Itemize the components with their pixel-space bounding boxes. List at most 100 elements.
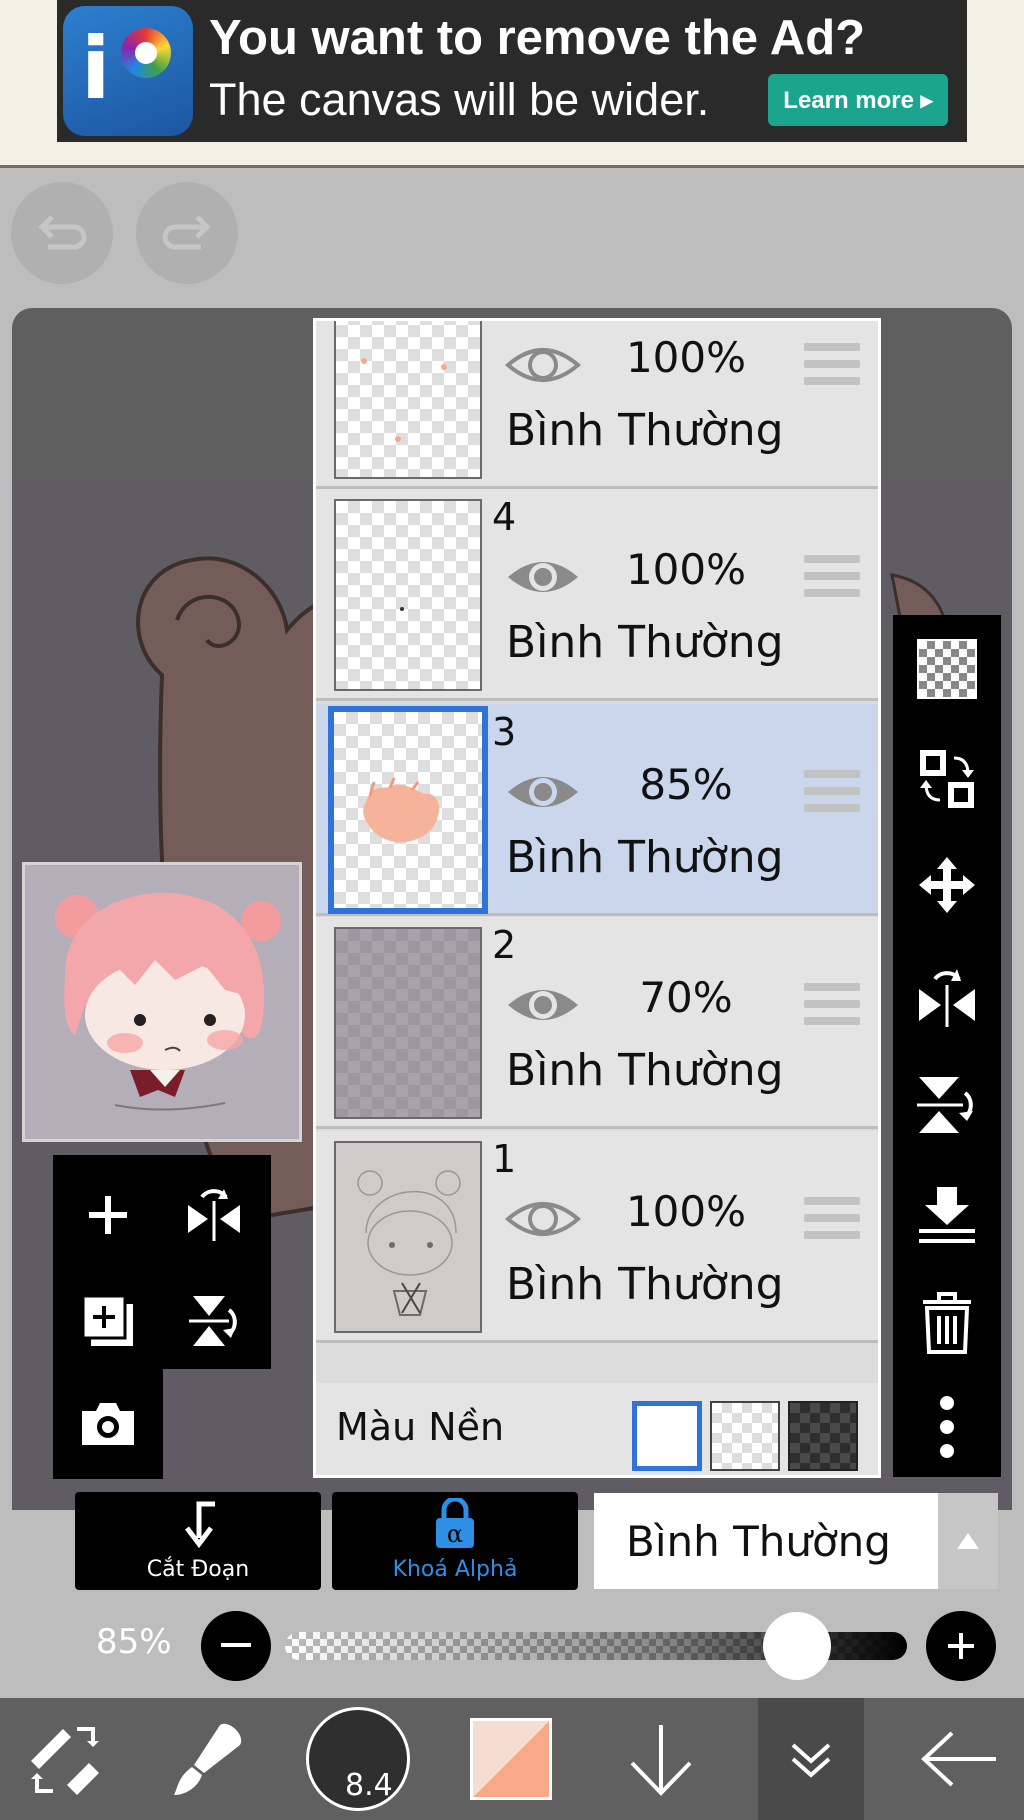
layer-thumbnail[interactable] <box>328 706 488 914</box>
right-layer-toolbar <box>893 615 1001 1477</box>
redo-button[interactable] <box>136 182 238 284</box>
layer-blend-mode[interactable]: Bình Thường <box>506 832 784 883</box>
layer-row[interactable]: 2 70% Bình Thường <box>316 917 878 1129</box>
background-color-row: Màu Nền <box>316 1383 878 1475</box>
brush-tool-button[interactable] <box>160 1698 260 1820</box>
flip-canvas-vertical-button[interactable] <box>893 1065 1001 1145</box>
move-icon <box>919 857 975 913</box>
layer-row[interactable]: 5 100% Bình Thường <box>316 321 878 489</box>
navigator-preview[interactable] <box>22 862 302 1142</box>
brush-icon <box>174 1723 242 1795</box>
drag-handle-icon[interactable] <box>804 770 860 814</box>
layer-thumbnail[interactable] <box>334 499 482 691</box>
undo-icon <box>38 215 87 250</box>
merge-down-icon <box>919 1187 975 1243</box>
ad-subtext: The canvas will be wider. <box>209 74 710 125</box>
layer-row-selected[interactable]: 3 85% Bình Thường <box>316 704 878 916</box>
layer-opacity[interactable]: 100% <box>616 1187 756 1236</box>
layer-number: 5 <box>492 321 516 327</box>
merge-down-button[interactable] <box>893 1175 1001 1255</box>
blend-mode-value: Bình Thường <box>626 1517 891 1566</box>
flip-horizontal-icon <box>188 1189 240 1241</box>
flip-horizontal-layer-button[interactable] <box>169 1175 259 1255</box>
delete-layer-button[interactable] <box>893 1283 1001 1363</box>
layer-opacity[interactable]: 70% <box>616 973 756 1022</box>
drag-handle-icon[interactable] <box>804 343 860 387</box>
flip-horizontal-icon <box>919 969 975 1027</box>
layer-panel: 5 100% Bình Thường 4 100% Bình Thường 3 … <box>313 318 881 1478</box>
layer-thumbnail-art <box>400 607 404 611</box>
ad-banner[interactable]: i You want to remove the Ad? The canvas … <box>57 0 967 142</box>
clipping-button[interactable]: Cắt Đoạn <box>75 1492 321 1590</box>
checker-icon <box>917 639 977 699</box>
eye-icon[interactable] <box>504 1189 582 1249</box>
brush-size-button[interactable]: 8.4 <box>303 1698 413 1820</box>
background-transparent-swatch[interactable] <box>710 1401 780 1471</box>
opacity-increase-button[interactable] <box>926 1611 996 1681</box>
layer-row[interactable]: 1 100% Bình Thường <box>316 1131 878 1343</box>
layer-number: 1 <box>492 1137 517 1181</box>
layer-thumbnail-art <box>361 358 447 442</box>
alpha-lock-button[interactable]: α Khoá Alphả <box>332 1492 578 1590</box>
blend-mode-dropdown-button[interactable] <box>938 1493 998 1589</box>
add-layer-button[interactable] <box>63 1175 153 1255</box>
eye-icon[interactable] <box>504 335 582 395</box>
camera-icon <box>82 1403 134 1445</box>
arrow-down-icon <box>630 1725 692 1796</box>
background-white-swatch[interactable] <box>632 1401 702 1471</box>
layer-row[interactable]: 4 100% Bình Thường <box>316 489 878 701</box>
clipping-label: Cắt Đoạn <box>146 1557 250 1582</box>
plus-icon <box>948 1633 974 1659</box>
layer-thumbnail[interactable] <box>334 1141 482 1333</box>
alpha-lock-label: Khoá Alphả <box>392 1557 518 1582</box>
duplicate-layer-button[interactable] <box>63 1281 153 1361</box>
layer-blend-mode[interactable]: Bình Thường <box>506 1259 784 1310</box>
bottom-toolbar: 8.4 <box>0 1698 1024 1820</box>
more-vertical-icon <box>940 1396 954 1458</box>
background-color-label: Màu Nền <box>336 1405 505 1449</box>
arrow-left-icon <box>921 1731 996 1787</box>
layer-down-button[interactable] <box>616 1698 706 1820</box>
eye-icon[interactable] <box>504 762 582 822</box>
transparent-fill-button[interactable] <box>893 629 1001 709</box>
flip-vertical-icon <box>189 1296 237 1346</box>
background-dark-checker-swatch[interactable] <box>788 1401 858 1471</box>
layer-opacity[interactable]: 100% <box>616 545 756 594</box>
layer-blend-mode[interactable]: Bình Thường <box>506 617 784 668</box>
drag-handle-icon[interactable] <box>804 1197 860 1241</box>
layer-thumbnail[interactable] <box>334 321 482 479</box>
swap-layer-button[interactable] <box>893 739 1001 819</box>
flip-vertical-icon <box>917 1077 973 1133</box>
layer-blend-mode[interactable]: Bình Thường <box>506 1045 784 1096</box>
opacity-slider-knob[interactable] <box>763 1612 831 1680</box>
tool-switch-button[interactable] <box>10 1698 120 1820</box>
color-swatch <box>470 1718 552 1800</box>
eye-icon[interactable] <box>504 975 582 1035</box>
flip-canvas-horizontal-button[interactable] <box>893 957 1001 1037</box>
drag-handle-icon[interactable] <box>804 983 860 1027</box>
blend-mode-select[interactable]: Bình Thường <box>594 1493 938 1589</box>
more-options-button[interactable] <box>893 1387 1001 1467</box>
color-button[interactable] <box>466 1698 556 1820</box>
back-button[interactable] <box>910 1698 1010 1820</box>
import-photo-button[interactable] <box>63 1384 153 1464</box>
learn-more-button[interactable]: Learn more ▸ <box>768 74 948 126</box>
move-layer-button[interactable] <box>893 845 1001 925</box>
triangle-up-icon <box>957 1533 979 1549</box>
layer-blend-mode[interactable]: Bình Thường <box>506 405 784 456</box>
layer-opacity[interactable]: 100% <box>616 333 756 382</box>
brush-size-circle: 8.4 <box>306 1707 410 1811</box>
eye-icon[interactable] <box>504 547 582 607</box>
layer-opacity[interactable]: 85% <box>616 760 756 809</box>
layer-thumbnail-art <box>363 777 440 843</box>
double-chevron-down-icon <box>791 1743 831 1778</box>
brush-eraser-switch-icon <box>31 1727 99 1795</box>
layer-panel-toggle-button[interactable] <box>758 1698 864 1820</box>
layer-number: 3 <box>492 710 517 754</box>
undo-button[interactable] <box>11 182 113 284</box>
duplicate-layer-icon <box>81 1294 133 1346</box>
opacity-decrease-button[interactable] <box>201 1611 271 1681</box>
flip-vertical-layer-button[interactable] <box>169 1281 259 1361</box>
layer-thumbnail[interactable] <box>334 927 482 1119</box>
drag-handle-icon[interactable] <box>804 555 860 599</box>
